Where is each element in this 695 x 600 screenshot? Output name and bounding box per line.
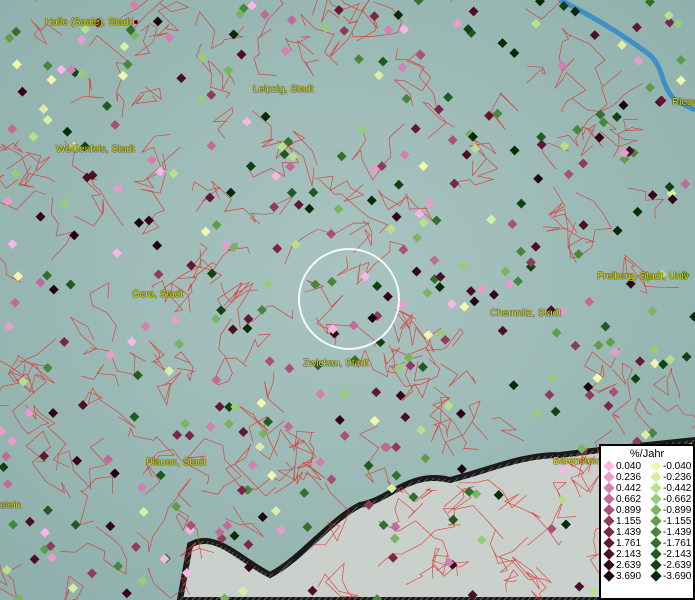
city-label-chemnitz: Chemnitz, Stadt: [490, 308, 562, 319]
legend-swatch: [650, 570, 662, 583]
legend-label: 1.761: [616, 538, 642, 549]
legend-row: 1.761 -1.761: [603, 537, 692, 550]
legend-row: 2.143 -2.143: [603, 548, 692, 561]
legend-swatch: [650, 537, 662, 550]
legend-swatch: [603, 471, 615, 484]
city-label-leipzig: Leipzig, Stadt: [253, 84, 314, 95]
legend-swatch: [603, 482, 615, 495]
legend-row: 0.236 -0.236: [603, 471, 692, 484]
legend-label: 0.040: [616, 461, 642, 472]
legend-swatch: [603, 493, 615, 506]
legend-label: 0.236: [616, 472, 642, 483]
legend-swatch: [650, 526, 662, 539]
legend-label: -0.040: [663, 461, 692, 472]
legend-swatch: [603, 559, 615, 572]
legend-label: -0.442: [663, 483, 692, 494]
legend-label: 1.439: [616, 527, 642, 538]
legend-label: 2.639: [616, 560, 642, 571]
legend-label: -0.662: [663, 494, 692, 505]
city-label-halle: Halle (Saale), Stadt: [45, 17, 138, 28]
legend-swatch: [603, 460, 615, 473]
legend-row: 0.442 -0.442: [603, 482, 692, 495]
city-label-gera: Gera, Stadt: [132, 289, 184, 300]
legend: %/Jahr 0.040 -0.040 0.236 -0.236 0.442 -0.442…: [599, 444, 695, 600]
legend-row: 0.040 -0.040: [603, 460, 692, 473]
legend-label: 0.662: [616, 494, 642, 505]
city-label-weissenfels: Weißenfels, Stadt: [56, 144, 135, 155]
legend-row: 2.639 -2.639: [603, 559, 692, 572]
legend-row: 1.439 -1.439: [603, 526, 692, 539]
city-label-stein: stein: [0, 500, 22, 511]
legend-swatch: [650, 493, 662, 506]
legend-label: 2.143: [616, 549, 642, 560]
city-label-freiberg: Freiberg, Stadt, Univ: [597, 271, 689, 282]
legend-label: -1.761: [663, 538, 692, 549]
legend-swatch: [603, 537, 615, 550]
legend-table: 0.040 -0.040 0.236 -0.236 0.442 -0.442 0.662 -0…: [603, 460, 692, 583]
legend-swatch: [650, 548, 662, 561]
legend-label: 0.899: [616, 505, 642, 516]
legend-row: 1.155 -1.155: [603, 515, 692, 528]
legend-swatch: [603, 526, 615, 539]
legend-label: 1.155: [616, 516, 642, 527]
city-label-plauen: Plauen, Stadt: [146, 457, 207, 468]
legend-label: 3.690: [616, 571, 642, 582]
map-view[interactable]: Halle (Saale), Stadt Leipzig, Stadt Weiß…: [0, 0, 695, 600]
city-label-riesa: Riesa: [672, 97, 695, 108]
legend-label: -2.143: [663, 549, 692, 560]
city-label-zwickau: Zwickau, Stadt: [303, 358, 369, 369]
legend-swatch: [650, 482, 662, 495]
legend-label: -1.439: [663, 527, 692, 538]
legend-row: 0.662 -0.662: [603, 493, 692, 506]
legend-swatch: [650, 504, 662, 517]
legend-swatch: [650, 471, 662, 484]
legend-label: -0.899: [663, 505, 692, 516]
legend-row: 0.899 -0.899: [603, 504, 692, 517]
legend-label: -1.155: [663, 516, 692, 527]
legend-label: -0.236: [663, 472, 692, 483]
legend-swatch: [650, 460, 662, 473]
legend-label: -3.690: [663, 571, 692, 582]
legend-label: -2.639: [663, 560, 692, 571]
legend-row: 3.690 -3.690: [603, 570, 692, 583]
legend-swatch: [603, 515, 615, 528]
legend-label: 0.442: [616, 483, 642, 494]
city-label-baerenstein: Bärenstein: [553, 456, 601, 467]
legend-swatch: [650, 559, 662, 572]
legend-swatch: [603, 504, 615, 517]
legend-title: %/Jahr: [629, 448, 665, 460]
legend-swatch: [650, 515, 662, 528]
legend-swatch: [603, 570, 615, 583]
map-background: [0, 0, 695, 600]
legend-swatch: [603, 548, 615, 561]
